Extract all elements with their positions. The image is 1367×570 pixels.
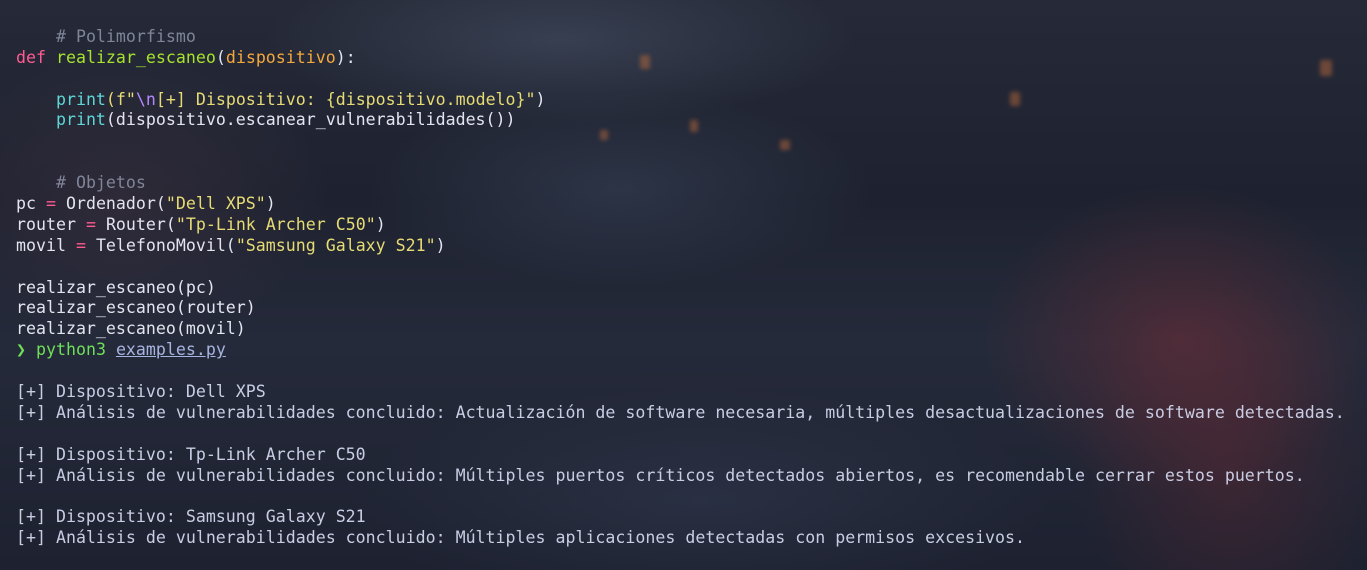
terminal-content[interactable]: # Polimorfismo def realizar_escaneo(disp… [16, 6, 1367, 549]
paren: ): [335, 47, 356, 67]
variable-name: pc [16, 194, 36, 214]
function-call: realizar_escaneo(router) [16, 298, 256, 318]
print-builtin: print [55, 89, 106, 109]
code-line: print(dispositivo.escanear_vulnerabilida… [16, 110, 1367, 131]
fstring-open: (f" [105, 89, 136, 109]
output-result: [+] Análisis de vulnerabilidades conclui… [16, 528, 1026, 548]
assign-operator: = [75, 214, 106, 234]
code-line: def realizar_escaneo(dispositivo): [16, 48, 1367, 69]
paren: ) [265, 194, 276, 214]
output-result: [+] Análisis de vulnerabilidades conclui… [16, 465, 1305, 485]
output-line: [+] Análisis de vulnerabilidades conclui… [16, 403, 1367, 424]
paren: ( [215, 47, 226, 67]
code-line: realizar_escaneo(pc) [16, 278, 1367, 299]
function-param: dispositivo [225, 47, 336, 67]
code-comment: # Polimorfismo [55, 26, 196, 46]
code-line: # Objetos [16, 152, 1367, 192]
variable-name: router [16, 214, 76, 234]
escape-sequence: \n [135, 89, 156, 109]
output-line: [+] Dispositivo: Tp-Link Archer C50 [16, 445, 1367, 466]
output-line: [+] Dispositivo: Dell XPS [16, 382, 1367, 403]
output-line: [+] Dispositivo: Samsung Galaxy S21 [16, 507, 1367, 528]
paren: ) [375, 214, 386, 234]
string-literal: "Dell XPS" [165, 194, 266, 214]
assign-operator: = [35, 194, 66, 214]
output-device: [+] Dispositivo: Samsung Galaxy S21 [16, 507, 366, 527]
class-call: Router( [105, 214, 176, 234]
code-line: # Polimorfismo [16, 6, 1367, 46]
code-line: router = Router("Tp-Link Archer C50") [16, 215, 1367, 236]
shell-prompt-line[interactable]: ❯ python3 examples.py [16, 340, 1367, 361]
print-builtin: print [55, 110, 106, 130]
print-args: (dispositivo.escanear_vulnerabilidades()… [105, 110, 516, 130]
output-line: [+] Análisis de vulnerabilidades conclui… [16, 466, 1367, 487]
function-call: realizar_escaneo(movil) [16, 319, 246, 339]
code-line: realizar_escaneo(movil) [16, 319, 1367, 340]
shell-command: python3 [36, 340, 106, 360]
code-comment: # Objetos [55, 173, 146, 193]
code-line: print(f"\n[+] Dispositivo: {dispositivo.… [16, 90, 1367, 111]
assign-operator: = [65, 235, 96, 255]
fstring-text: [+] Dispositivo: {dispositivo.modelo}" [155, 89, 536, 109]
paren: ) [535, 89, 546, 109]
output-line: [+] Análisis de vulnerabilidades conclui… [16, 528, 1367, 549]
string-literal: "Samsung Galaxy S21" [235, 235, 436, 255]
paren: ) [435, 235, 446, 255]
output-device: [+] Dispositivo: Dell XPS [16, 382, 266, 402]
def-keyword: def [16, 47, 46, 67]
prompt-chevron-icon: ❯ [16, 340, 26, 360]
output-result: [+] Análisis de vulnerabilidades conclui… [16, 402, 1345, 422]
variable-name: movil [16, 235, 66, 255]
class-call: Ordenador( [65, 194, 166, 214]
string-literal: "Tp-Link Archer C50" [175, 214, 376, 234]
function-name: realizar_escaneo [55, 47, 216, 67]
output-device: [+] Dispositivo: Tp-Link Archer C50 [16, 444, 366, 464]
file-link[interactable]: examples.py [116, 340, 226, 359]
code-line: movil = TelefonoMovil("Samsung Galaxy S2… [16, 236, 1367, 257]
class-call: TelefonoMovil( [95, 235, 236, 255]
function-call: realizar_escaneo(pc) [16, 277, 216, 297]
code-line: pc = Ordenador("Dell XPS") [16, 194, 1367, 215]
code-line: realizar_escaneo(router) [16, 298, 1367, 319]
